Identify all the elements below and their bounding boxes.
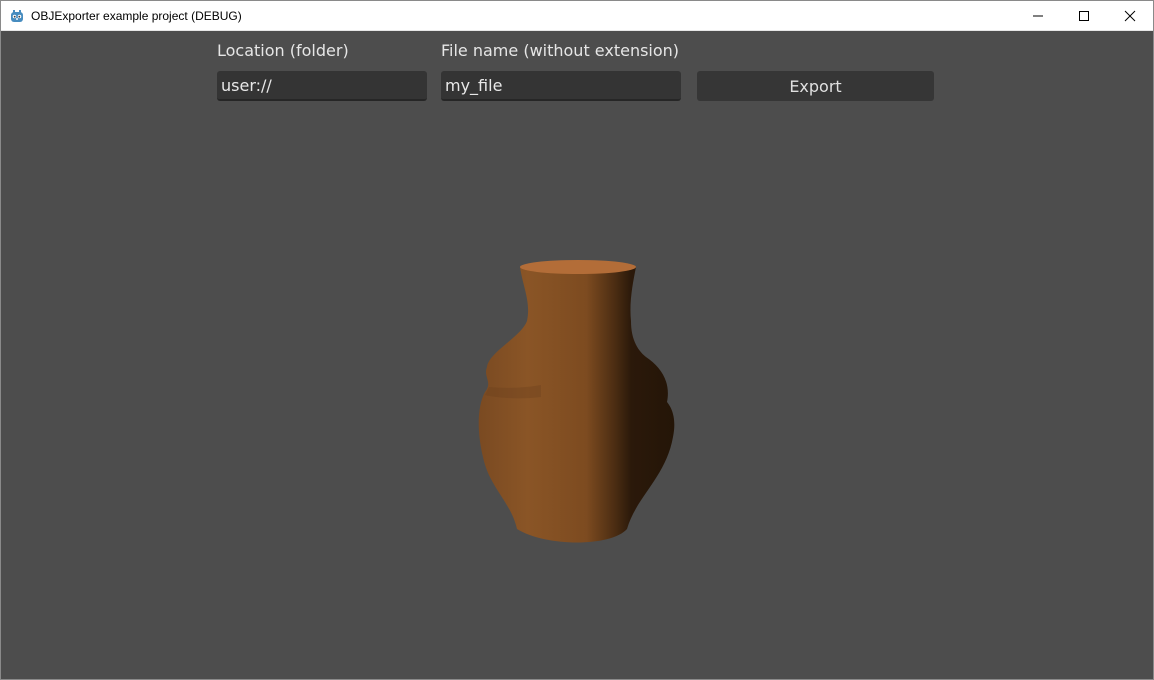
filename-input[interactable]: my_file <box>441 71 681 101</box>
godot-icon <box>10 9 24 23</box>
close-icon <box>1124 10 1136 22</box>
minimize-button[interactable] <box>1015 1 1061 31</box>
title-bar[interactable]: OBJExporter example project (DEBUG) <box>1 1 1153 31</box>
window-title: OBJExporter example project (DEBUG) <box>31 8 242 23</box>
close-button[interactable] <box>1107 1 1153 31</box>
scene-viewport[interactable]: Location (folder) File name (without ext… <box>1 31 1153 679</box>
vase-model <box>478 260 675 543</box>
maximize-icon <box>1079 11 1089 21</box>
maximize-button[interactable] <box>1061 1 1107 31</box>
window-controls <box>1015 1 1153 31</box>
vase-rim <box>520 260 636 274</box>
minimize-icon <box>1033 15 1043 17</box>
location-input[interactable]: user:// <box>217 71 427 101</box>
app-window: OBJExporter example project (DEBUG) Loca… <box>0 0 1154 680</box>
location-label: Location (folder) <box>217 41 349 60</box>
vase-body <box>478 267 675 543</box>
export-button[interactable]: Export <box>697 71 934 101</box>
filename-label: File name (without extension) <box>441 41 680 60</box>
